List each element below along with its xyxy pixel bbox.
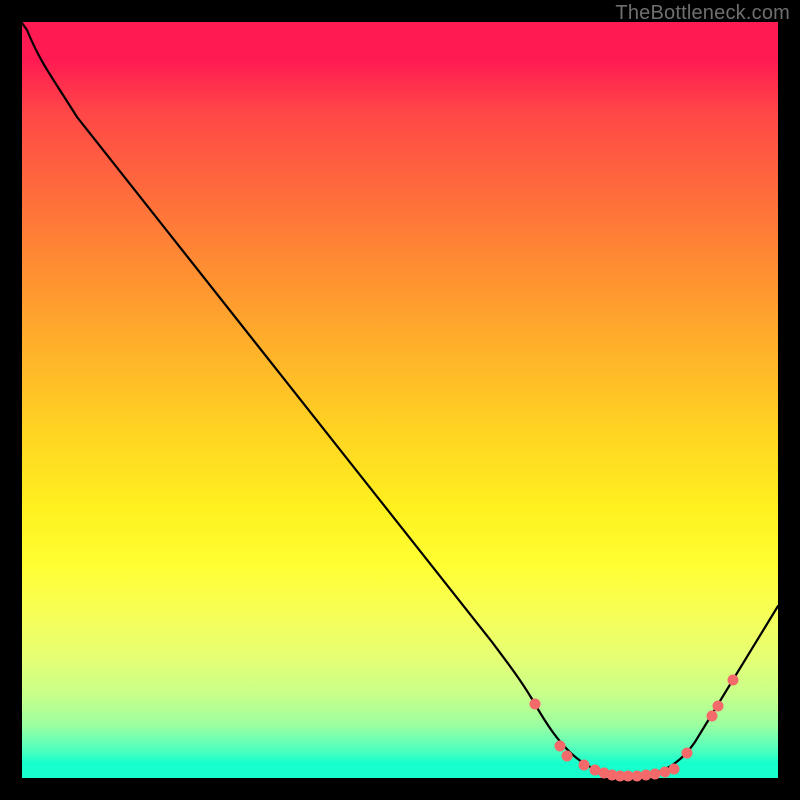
curve-marker xyxy=(530,699,541,710)
curve-marker xyxy=(707,711,718,722)
curve-marker xyxy=(555,741,566,752)
curve-marker xyxy=(669,764,680,775)
watermark-text: TheBottleneck.com xyxy=(615,2,790,25)
curve-marker xyxy=(713,701,724,712)
chart-canvas: TheBottleneck.com xyxy=(0,0,800,800)
bottleneck-curve xyxy=(22,23,778,776)
curve-marker xyxy=(579,760,590,771)
curve-marker xyxy=(682,748,693,759)
curve-marker xyxy=(728,675,739,686)
curve-markers xyxy=(530,675,739,782)
curve-marker xyxy=(562,751,573,762)
curve-marker xyxy=(650,769,661,780)
curve-layer xyxy=(22,22,778,778)
